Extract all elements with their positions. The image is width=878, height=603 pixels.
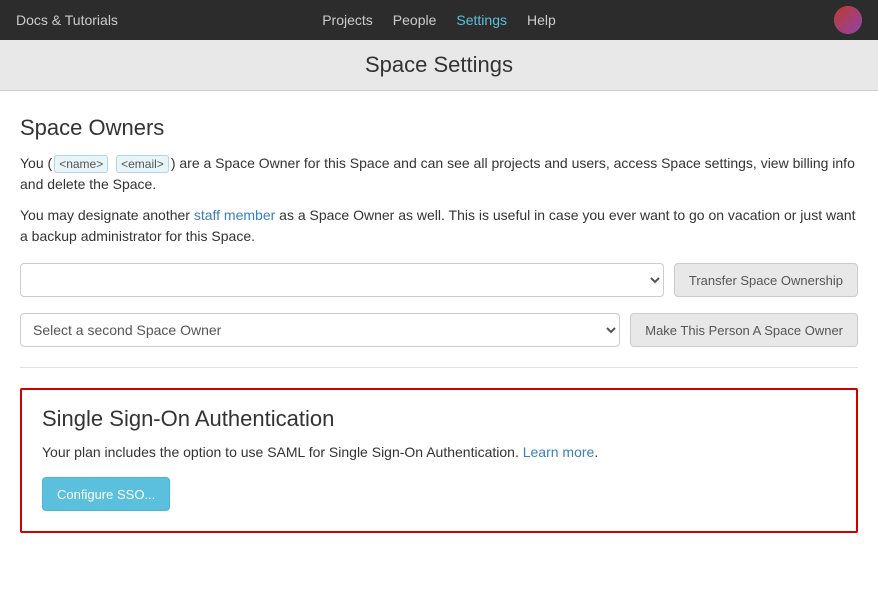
nav-link-projects[interactable]: Projects: [322, 12, 373, 28]
name-placeholder: <name>: [54, 155, 108, 173]
email-placeholder: <email>: [116, 155, 169, 173]
transfer-ownership-row: Transfer Space Ownership: [20, 263, 858, 297]
main-content: Space Owners You (<name> <email>) are a …: [0, 91, 878, 603]
section-divider: [20, 367, 858, 368]
top-nav: Docs & Tutorials Projects People Setting…: [0, 0, 878, 40]
transfer-ownership-dropdown[interactable]: [20, 263, 664, 297]
space-owners-description-2: You may designate another staff member a…: [20, 205, 858, 247]
learn-more-link[interactable]: Learn more: [523, 444, 595, 460]
make-space-owner-button[interactable]: Make This Person A Space Owner: [630, 313, 858, 347]
nav-brand: Docs & Tutorials: [16, 12, 118, 28]
nav-link-settings[interactable]: Settings: [456, 12, 507, 28]
page-title: Space Settings: [0, 52, 878, 78]
configure-sso-button[interactable]: Configure SSO...: [42, 477, 170, 511]
nav-link-people[interactable]: People: [393, 12, 437, 28]
sso-desc-suffix: .: [594, 444, 598, 460]
nav-link-help[interactable]: Help: [527, 12, 556, 28]
staff-member-link[interactable]: staff member: [194, 207, 275, 223]
sso-description: Your plan includes the option to use SAM…: [42, 442, 836, 463]
you-prefix: You (: [20, 155, 52, 171]
sso-desc-prefix: Your plan includes the option to use SAM…: [42, 444, 523, 460]
space-owners-description-1: You (<name> <email>) are a Space Owner f…: [20, 153, 858, 195]
avatar[interactable]: [834, 6, 862, 34]
nav-links: Projects People Settings Help: [322, 12, 556, 28]
second-owner-row: Select a second Space Owner Make This Pe…: [20, 313, 858, 347]
avatar-image: [834, 6, 862, 34]
page-title-bar: Space Settings: [0, 40, 878, 91]
sso-section: Single Sign-On Authentication Your plan …: [20, 388, 858, 533]
second-owner-dropdown[interactable]: Select a second Space Owner: [20, 313, 620, 347]
space-owners-title: Space Owners: [20, 115, 858, 141]
sso-title: Single Sign-On Authentication: [42, 406, 836, 432]
desc-prefix: You may designate another: [20, 207, 194, 223]
transfer-ownership-button[interactable]: Transfer Space Ownership: [674, 263, 858, 297]
